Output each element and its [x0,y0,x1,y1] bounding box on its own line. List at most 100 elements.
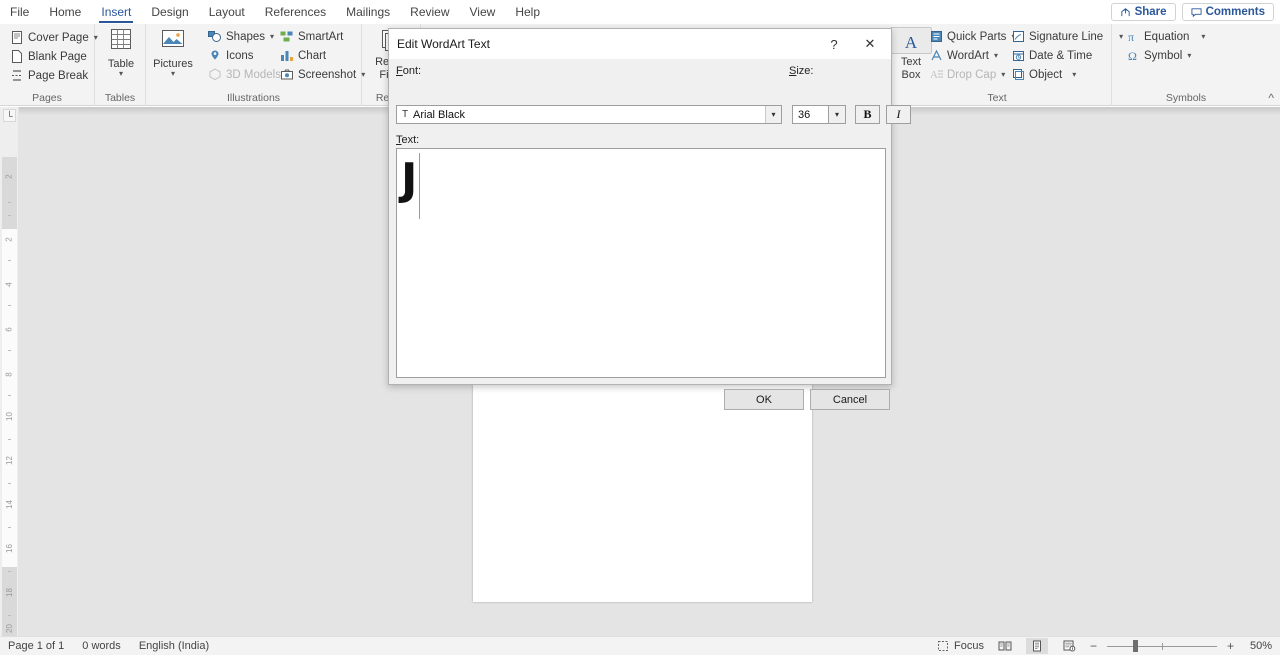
chevron-down-icon[interactable]: ▾ [765,106,781,123]
tab-stop-selector[interactable]: └ [3,109,16,122]
screenshot-icon [280,68,294,82]
ribbon-group-illustrations: Pictures ▾ Shapes ▾ Icons 3D Models Smar… [146,24,365,106]
wordart-text-value: J [401,154,418,205]
read-mode-icon [998,641,1012,651]
chevron-down-icon: ▾ [270,32,275,41]
svg-text:Ω: Ω [1128,49,1137,62]
wordart-label: WordArt [947,49,989,62]
ribbon-group-pages: Cover Page ▾ Blank Page Page Break Pages [0,24,98,106]
web-layout-button[interactable] [1058,638,1080,654]
quick-parts-button[interactable]: Quick Parts ▾ [929,27,1015,46]
group-label-symbols: Symbols [1165,92,1207,104]
group-label-illustrations: Illustrations [226,92,281,104]
text-box-label-1: Text [900,56,922,68]
vertical-ruler-track: 2 2 4 6 8 10 12 14 16 18 20 [2,157,17,636]
font-label-accesskey: F [396,65,403,77]
blank-page-icon [10,50,24,64]
tab-review[interactable]: Review [400,0,459,24]
tab-view[interactable]: View [460,0,506,24]
font-combobox[interactable]: T Arial Black ▾ [396,105,782,124]
read-mode-button[interactable] [994,638,1016,654]
size-combobox[interactable]: 36 [792,105,829,124]
comments-button[interactable]: Comments [1181,3,1274,21]
pictures-button[interactable]: Pictures ▾ [147,28,199,78]
zoom-in-button[interactable]: + [1227,639,1234,653]
help-button[interactable]: ? [819,29,849,59]
ruler-margin-top [2,157,17,229]
italic-button[interactable]: I [886,105,911,124]
group-label-tables: Tables [104,92,136,104]
screenshot-button[interactable]: Screenshot ▾ [280,65,365,84]
ruler-mark: 14 [5,500,14,509]
ruler-mark: 2 [4,237,14,242]
size-chevron-down-icon[interactable]: ▾ [829,105,846,124]
date-time-icon [1011,49,1025,63]
chevron-down-icon: ▾ [1072,70,1077,79]
signature-line-icon [1011,30,1025,44]
tab-mailings[interactable]: Mailings [336,0,400,24]
text-box-icon: A [894,28,928,55]
3d-models-button[interactable]: 3D Models ▾ [208,65,290,84]
dialog-title-bar[interactable]: Edit WordArt Text ? ✕ [389,29,891,59]
wordart-button[interactable]: WordArt ▾ [929,46,998,65]
page-count[interactable]: Page 1 of 1 [8,640,64,652]
focus-mode-button[interactable]: Focus [936,639,984,653]
symbol-label: Symbol [1144,49,1183,62]
text-label-rest: ext: [401,134,420,146]
zoom-slider[interactable] [1106,639,1217,653]
close-icon[interactable]: ✕ [849,29,891,59]
tab-home[interactable]: Home [39,0,91,24]
blank-page-label: Blank Page [28,50,87,63]
tab-file[interactable]: File [0,0,39,24]
equation-button[interactable]: π Equation ▾ [1126,27,1206,46]
font-value: Arial Black [413,108,465,121]
status-right: Focus − + 50% [936,638,1280,654]
svg-text:A: A [930,69,938,81]
drop-cap-button[interactable]: A Drop Cap ▾ [929,65,1006,84]
omega-icon: Ω [1126,49,1140,63]
collapse-ribbon-icon[interactable]: ^ [1268,92,1274,104]
language-indicator[interactable]: English (India) [139,640,209,652]
object-button[interactable]: Object ▾ [1011,65,1076,84]
zoom-slider-thumb[interactable] [1132,640,1138,652]
chart-button[interactable]: Chart [280,46,326,65]
symbol-button[interactable]: Ω Symbol ▾ [1126,46,1192,65]
tab-layout[interactable]: Layout [199,0,255,24]
shapes-button[interactable]: Shapes ▾ [208,27,274,46]
ruler-mark: 6 [4,327,14,332]
tab-references[interactable]: References [255,0,336,24]
print-layout-button[interactable] [1025,638,1048,654]
dialog-title: Edit WordArt Text [397,37,490,51]
tab-help[interactable]: Help [505,0,550,24]
table-button[interactable]: Table ▾ [95,28,147,78]
page-break-button[interactable]: Page Break [10,66,88,85]
cover-page-button[interactable]: Cover Page ▾ [10,28,98,47]
zoom-percent-label[interactable]: 50% [1244,640,1272,652]
chevron-down-icon: ▾ [118,69,123,78]
icons-button[interactable]: Icons [208,46,254,65]
date-time-label: Date & Time [1029,49,1093,62]
tab-design[interactable]: Design [141,0,198,24]
shapes-icon [208,30,222,44]
smartart-button[interactable]: SmartArt [280,27,343,46]
word-window: File Home Insert Design Layout Reference… [0,0,1280,655]
word-count[interactable]: 0 words [82,640,121,652]
ok-button[interactable]: OK [724,389,804,410]
equation-label: Equation [1144,30,1190,43]
ruler-tick [8,615,11,616]
wordart-text-input[interactable]: J [396,148,886,378]
vertical-ruler[interactable]: └ 2 2 4 6 8 10 12 14 16 18 20 [0,107,19,636]
chevron-down-icon: ▾ [1001,70,1006,79]
tab-insert[interactable]: Insert [91,0,141,24]
icons-label: Icons [226,49,254,62]
share-button[interactable]: Share [1110,3,1176,21]
cancel-button[interactable]: Cancel [810,389,890,410]
document-page[interactable] [473,383,812,602]
signature-line-button[interactable]: Signature Line ▾ [1011,27,1123,46]
status-bar: Page 1 of 1 0 words English (India) Focu… [0,636,1280,655]
blank-page-button[interactable]: Blank Page [10,47,87,66]
bold-button[interactable]: B [855,105,880,124]
date-time-button[interactable]: Date & Time [1011,46,1092,65]
zoom-out-button[interactable]: − [1090,639,1097,653]
wordart-icon [929,49,943,63]
